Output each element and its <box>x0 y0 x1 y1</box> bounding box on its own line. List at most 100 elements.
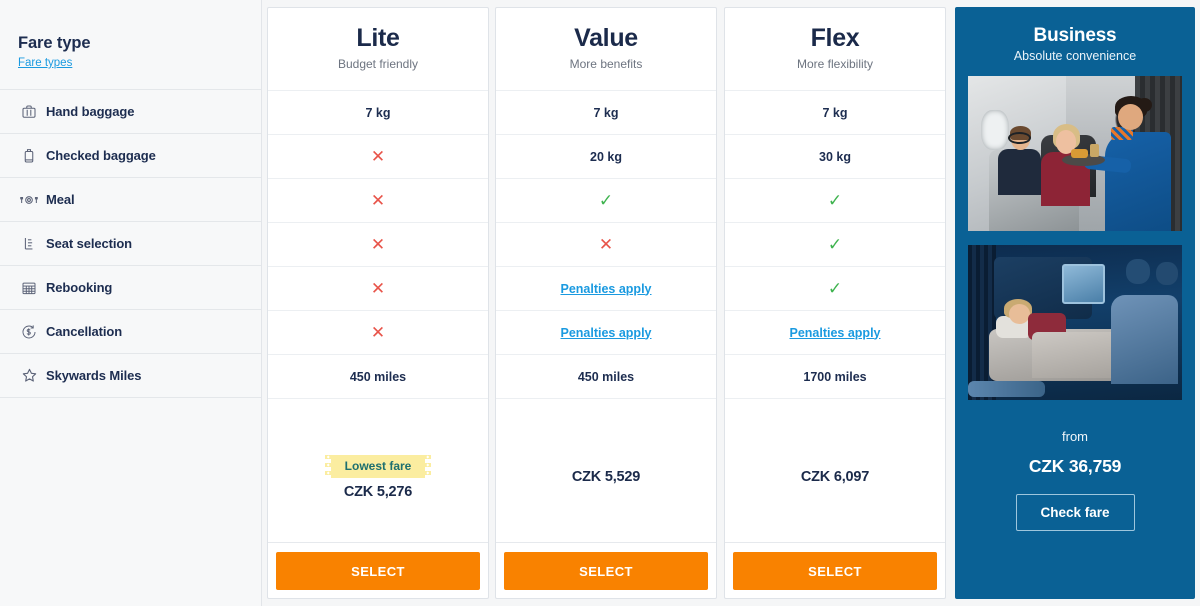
feature-row-meal: Meal <box>0 178 261 222</box>
hand-baggage-icon <box>12 103 46 121</box>
fare-cell: ✕ <box>268 266 488 310</box>
cross-icon: ✕ <box>598 235 614 254</box>
select-button[interactable]: SELECT <box>733 552 937 590</box>
feature-label: Skywards Miles <box>46 368 142 383</box>
fare-cell: Penalties apply <box>496 266 716 310</box>
fare-cell: ✓ <box>725 266 945 310</box>
feature-label: Checked baggage <box>46 148 156 163</box>
select-zone: SELECT <box>268 542 488 598</box>
sidebar-header: Fare type Fare types <box>0 0 261 89</box>
feature-row-hand-baggage: Hand baggage <box>0 90 261 134</box>
fare-price: CZK 6,097 <box>800 469 870 485</box>
cancellation-refund-icon <box>12 323 46 341</box>
fare-cell-value: 20 kg <box>590 149 622 164</box>
select-button[interactable]: SELECT <box>504 552 708 590</box>
fare-card-header: Lite Budget friendly <box>268 8 488 90</box>
feature-label: Hand baggage <box>46 104 135 119</box>
fare-cell: ✕ <box>268 222 488 266</box>
fare-name: Flex <box>810 24 860 52</box>
feature-label: Meal <box>46 192 75 207</box>
feature-row-rebooking: Rebooking <box>0 266 261 310</box>
meal-icon <box>12 191 46 209</box>
fare-cell-value: 7 kg <box>593 105 619 120</box>
fare-cell-value: 450 miles <box>349 369 407 384</box>
fare-cell-value: 1700 miles <box>803 369 867 384</box>
fare-cell: 20 kg <box>496 134 716 178</box>
feature-label: Seat selection <box>46 236 133 251</box>
select-zone: SELECT <box>496 542 716 598</box>
lowest-fare-badge: Lowest fare <box>324 455 426 478</box>
fare-cell: ✕ <box>268 310 488 354</box>
fare-card-lite: Lite Budget friendly 7 kg ✕ ✕ ✕ ✕ ✕ 450 miles Low… <box>267 7 489 599</box>
fare-price-zone: CZK 5,529 <box>496 398 716 556</box>
cross-icon: ✕ <box>370 279 386 298</box>
fare-comparison-page: Fare type Fare types Hand baggage Checked… <box>0 0 1200 606</box>
business-fare-name: Business <box>1033 25 1117 46</box>
cross-icon: ✕ <box>370 191 386 210</box>
check-fare-button[interactable]: Check fare <box>1015 494 1135 531</box>
feature-row-checked-baggage: Checked baggage <box>0 134 261 178</box>
fare-cell: ✓ <box>496 178 716 222</box>
fare-cell: 7 kg <box>268 90 488 134</box>
fare-cell: ✓ <box>725 178 945 222</box>
feature-row-cancellation: Cancellation <box>0 310 261 354</box>
check-icon: ✓ <box>827 235 843 254</box>
fare-cell-value: 450 miles <box>577 369 635 384</box>
fare-card-header: Flex More flexibility <box>725 8 945 90</box>
business-from-label: from <box>1062 429 1088 444</box>
check-icon: ✓ <box>827 279 843 298</box>
fare-card-value: Value More benefits 7 kg 20 kg ✓ ✕ Penalties a… <box>495 7 717 599</box>
select-button[interactable]: SELECT <box>276 552 480 590</box>
feature-label: Rebooking <box>46 280 113 295</box>
fare-tagline: More benefits <box>569 57 643 71</box>
check-icon: ✓ <box>827 191 843 210</box>
cross-icon: ✕ <box>370 323 386 342</box>
check-icon: ✓ <box>598 191 614 210</box>
fare-tagline: More flexibility <box>796 57 874 71</box>
fare-cell: ✕ <box>496 222 716 266</box>
select-zone: SELECT <box>725 542 945 598</box>
lie-flat-bed-passenger-sleeping-photo <box>968 245 1182 400</box>
cross-icon: ✕ <box>370 235 386 254</box>
fare-tagline: Budget friendly <box>337 57 419 71</box>
seat-selection-icon <box>12 235 46 253</box>
fare-cell: 1700 miles <box>725 354 945 398</box>
fare-cell-value: 7 kg <box>822 105 848 120</box>
fare-cell-value: 30 kg <box>819 149 851 164</box>
feature-label: Cancellation <box>46 324 123 339</box>
business-tagline: Absolute convenience <box>1013 49 1137 63</box>
fare-cell: Penalties apply <box>725 310 945 354</box>
fare-card-flex: Flex More flexibility 7 kg 30 kg ✓ ✓ ✓ Penaltie… <box>724 7 946 599</box>
checked-baggage-icon <box>12 147 46 165</box>
fare-cell: 450 miles <box>496 354 716 398</box>
penalties-apply-link[interactable]: Penalties apply <box>560 326 651 340</box>
penalties-apply-link[interactable]: Penalties apply <box>560 282 651 296</box>
fare-name: Lite <box>356 24 400 52</box>
fare-cards-container: Lite Budget friendly 7 kg ✕ ✕ ✕ ✕ ✕ 450 miles Low… <box>267 7 952 599</box>
rebooking-calendar-icon <box>12 279 46 297</box>
fare-cell: 450 miles <box>268 354 488 398</box>
fare-types-link[interactable]: Fare types <box>18 57 72 69</box>
fare-price: CZK 5,276 <box>343 484 413 500</box>
fare-cell: ✕ <box>268 178 488 222</box>
page-title: Fare type <box>18 34 91 52</box>
lowest-fare-badge-wrap: Lowest fare <box>268 455 488 478</box>
fare-cell: ✓ <box>725 222 945 266</box>
feature-row-skywards-miles: Skywards Miles <box>0 354 261 398</box>
star-icon <box>12 366 46 385</box>
business-upsell-card[interactable]: Business Absolute convenience from CZK 3… <box>955 7 1195 599</box>
fare-cell: 7 kg <box>725 90 945 134</box>
fare-cell: Penalties apply <box>496 310 716 354</box>
fare-price-zone: CZK 6,097 <box>725 398 945 556</box>
fare-name: Value <box>574 24 638 52</box>
business-price: CZK 36,759 <box>1028 456 1122 476</box>
fare-price: CZK 5,529 <box>571 469 641 485</box>
fare-cell-value: 7 kg <box>365 105 391 120</box>
cabin-crew-serving-meal-photo <box>968 76 1182 231</box>
fare-price-zone: Lowest fare CZK 5,276 <box>268 398 488 556</box>
fare-cell: ✕ <box>268 134 488 178</box>
fare-cell: 7 kg <box>496 90 716 134</box>
cross-icon: ✕ <box>370 147 386 166</box>
fare-type-sidebar: Fare type Fare types Hand baggage Checked… <box>0 0 262 606</box>
penalties-apply-link[interactable]: Penalties apply <box>789 326 880 340</box>
